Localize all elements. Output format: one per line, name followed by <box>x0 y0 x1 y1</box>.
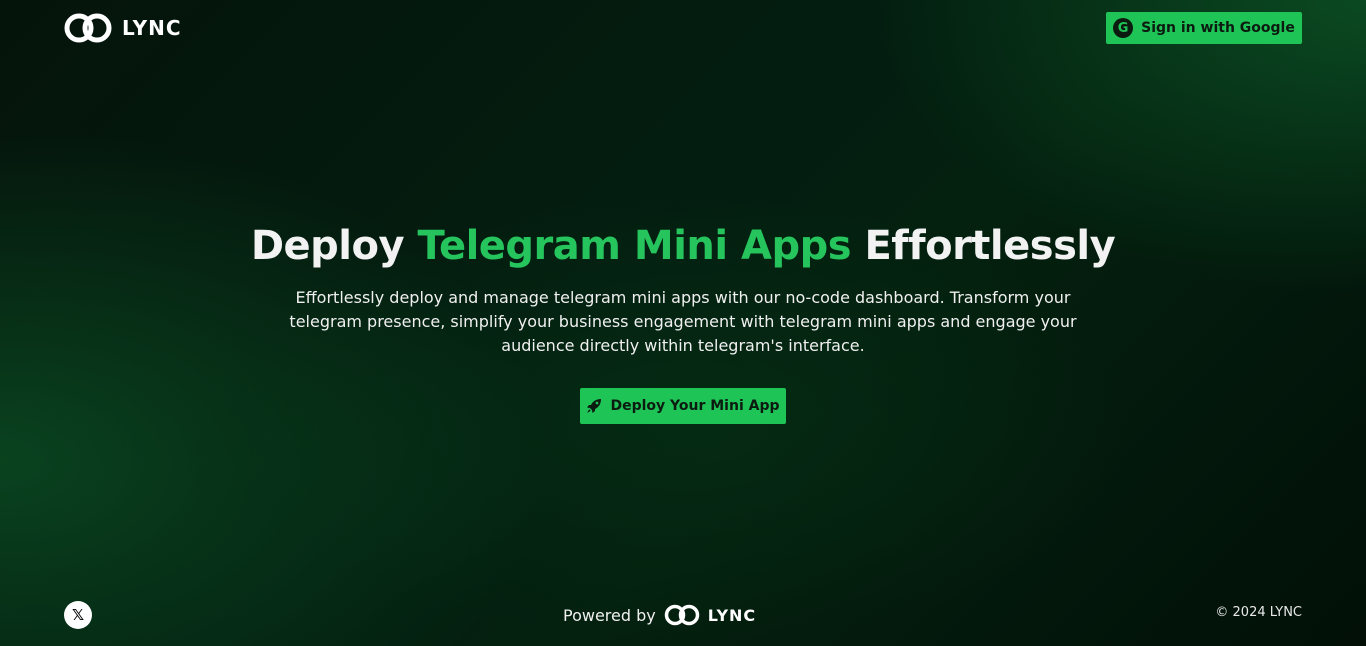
hero-title-part1: Deploy <box>250 223 418 269</box>
rocket-icon <box>587 399 602 413</box>
brand-name: LYNC <box>122 16 182 40</box>
lync-logo-icon <box>64 13 112 43</box>
powered-by-label: Powered by <box>563 605 656 625</box>
deploy-mini-app-button[interactable]: Deploy Your Mini App <box>580 388 786 424</box>
powered-brand: LYNC <box>707 605 757 625</box>
hero-title-part2: Effortlessly <box>851 223 1116 269</box>
copyright-text: © 2024 LYNC <box>1215 605 1302 620</box>
powered-by: Powered by LYNC <box>563 602 756 628</box>
hero-title: Deploy Telegram Mini Apps Effortlessly <box>0 220 1366 272</box>
hero-title-accent: Telegram Mini Apps <box>417 223 852 269</box>
deploy-label: Deploy Your Mini App <box>610 398 780 414</box>
google-icon: G <box>1113 18 1134 38</box>
lync-logo-icon <box>664 604 699 626</box>
sign-in-label: Sign in with Google <box>1141 20 1295 36</box>
x-twitter-icon[interactable]: 𝕏 <box>64 601 92 629</box>
sign-in-google-button[interactable]: G Sign in with Google <box>1106 12 1302 44</box>
hero-section: Deploy Telegram Mini Apps Effortlessly E… <box>0 220 1366 358</box>
hero-subtitle: Effortlessly deploy and manage telegram … <box>289 288 1077 355</box>
brand-logo[interactable]: LYNC <box>64 13 182 43</box>
